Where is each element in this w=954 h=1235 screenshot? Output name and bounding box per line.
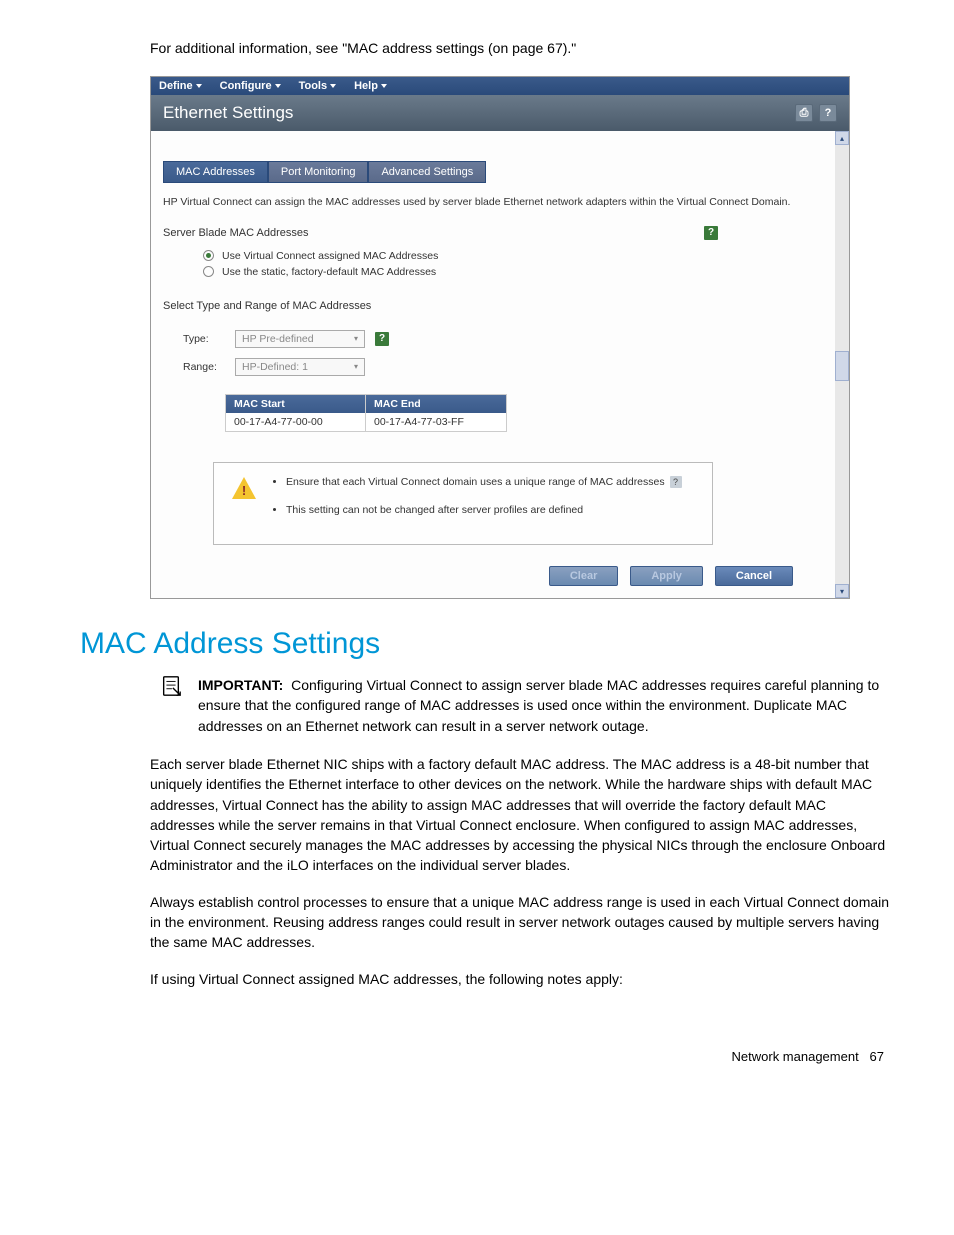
- range-label: Range:: [183, 361, 225, 373]
- help-icon[interactable]: ?: [704, 226, 718, 240]
- help-icon[interactable]: ?: [375, 332, 389, 346]
- radio-vc-assigned-label: Use Virtual Connect assigned MAC Address…: [222, 250, 438, 262]
- col-mac-start: MAC Start: [226, 395, 366, 413]
- menu-help[interactable]: Help: [354, 80, 387, 92]
- chevron-down-icon: ▾: [354, 334, 358, 343]
- col-mac-end: MAC End: [366, 395, 506, 413]
- scroll-down-button[interactable]: ▾: [835, 584, 849, 598]
- page-footer: Network management 67: [80, 1049, 884, 1064]
- body-paragraph-2: Always establish control processes to en…: [150, 892, 894, 953]
- button-row: Clear Apply Cancel: [163, 560, 823, 590]
- doc-heading: MAC Address Settings: [80, 627, 894, 661]
- content-area: ▴ ▾ MAC Addresses Port Monitoring Advanc…: [151, 131, 849, 598]
- tab-bar: MAC Addresses Port Monitoring Advanced S…: [163, 161, 823, 183]
- page-title: Ethernet Settings: [163, 103, 293, 123]
- tab-mac-addresses[interactable]: MAC Addresses: [163, 161, 268, 183]
- cell-mac-start: 00-17-A4-77-00-00: [226, 413, 366, 431]
- chevron-down-icon: [330, 84, 336, 88]
- note-icon: [160, 675, 182, 697]
- type-label: Type:: [183, 333, 225, 345]
- menu-tools[interactable]: Tools: [299, 80, 337, 92]
- chevron-down-icon: [275, 84, 281, 88]
- menu-configure[interactable]: Configure: [220, 80, 281, 92]
- important-note: IMPORTANT: Configuring Virtual Connect t…: [160, 675, 894, 736]
- mac-range-table: MAC Start MAC End 00-17-A4-77-00-00 00-1…: [225, 394, 507, 432]
- chevron-down-icon: [381, 84, 387, 88]
- menubar: Define Configure Tools Help: [151, 77, 849, 95]
- tab-port-monitoring[interactable]: Port Monitoring: [268, 161, 369, 183]
- chevron-down-icon: [196, 84, 202, 88]
- help-icon[interactable]: ?: [670, 476, 682, 488]
- radio-factory-default[interactable]: [203, 266, 214, 277]
- body-paragraph-3: If using Virtual Connect assigned MAC ad…: [150, 969, 894, 989]
- tab-description: HP Virtual Connect can assign the MAC ad…: [163, 195, 823, 210]
- scroll-thumb[interactable]: [835, 351, 849, 381]
- tab-advanced-settings[interactable]: Advanced Settings: [368, 161, 486, 183]
- clear-button[interactable]: Clear: [549, 566, 619, 586]
- apply-button[interactable]: Apply: [630, 566, 703, 586]
- chevron-down-icon: ▾: [354, 362, 358, 371]
- mac-mode-radio-group: Use Virtual Connect assigned MAC Address…: [163, 250, 823, 278]
- cell-mac-end: 00-17-A4-77-03-FF: [366, 413, 506, 431]
- scroll-up-button[interactable]: ▴: [835, 131, 849, 145]
- warning-item-1: Ensure that each Virtual Connect domain …: [286, 475, 682, 490]
- type-select[interactable]: HP Pre-defined ▾: [235, 330, 365, 348]
- warning-box: ! Ensure that each Virtual Connect domai…: [213, 462, 713, 545]
- warning-icon: !: [232, 477, 256, 501]
- important-body: Configuring Virtual Connect to assign se…: [198, 677, 879, 734]
- intro-text: For additional information, see "MAC add…: [150, 40, 894, 56]
- menu-define[interactable]: Define: [159, 80, 202, 92]
- cancel-button[interactable]: Cancel: [715, 566, 793, 586]
- body-paragraph-1: Each server blade Ethernet NIC ships wit…: [150, 754, 894, 876]
- section-server-blade: Server Blade MAC Addresses ?: [163, 226, 718, 240]
- section-type-range: Select Type and Range of MAC Addresses: [163, 300, 718, 312]
- radio-vc-assigned[interactable]: [203, 250, 214, 261]
- warning-item-2: This setting can not be changed after se…: [286, 503, 682, 518]
- header-bar: Ethernet Settings ⎙ ?: [151, 95, 849, 131]
- important-label: IMPORTANT:: [198, 677, 283, 693]
- range-select[interactable]: HP-Defined: 1 ▾: [235, 358, 365, 376]
- print-icon[interactable]: ⎙: [795, 104, 813, 122]
- radio-factory-default-label: Use the static, factory-default MAC Addr…: [222, 266, 436, 278]
- app-screenshot: Define Configure Tools Help Ethernet Set…: [150, 76, 850, 599]
- help-icon[interactable]: ?: [819, 104, 837, 122]
